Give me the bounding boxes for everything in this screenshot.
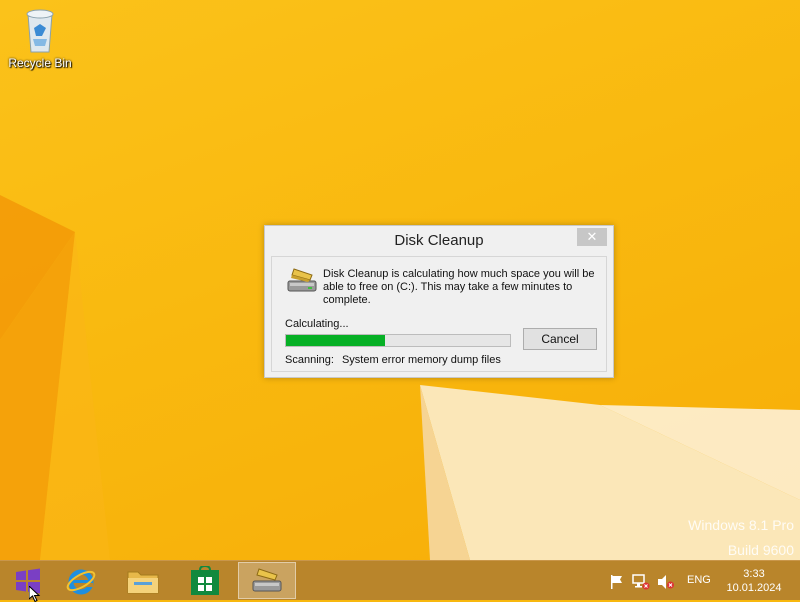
cancel-button[interactable]: Cancel xyxy=(523,328,597,350)
scanning-label: Scanning: xyxy=(285,354,334,366)
clock-date: 10.01.2024 xyxy=(726,582,782,594)
taskbar: ENG 3:33 10.01.2024 xyxy=(0,560,800,600)
os-watermark-build: Build 9600 xyxy=(727,542,794,558)
progress-bar-fill xyxy=(286,335,385,346)
taskbar-file-explorer[interactable] xyxy=(115,561,171,600)
start-button[interactable] xyxy=(0,561,56,600)
clock-time: 3:33 xyxy=(743,568,765,580)
network-icon[interactable] xyxy=(632,574,650,590)
disk-cleanup-dialog: Disk Cleanup ✕ Disk Cleanup is calculati… xyxy=(264,225,614,378)
desktop-icon-label: Recycle Bin xyxy=(8,56,72,70)
recycle-bin-icon xyxy=(26,9,54,53)
dialog-body: Disk Cleanup is calculating how much spa… xyxy=(271,256,607,372)
os-watermark-edition: Windows 8.1 Pro xyxy=(688,517,794,533)
internet-explorer-icon xyxy=(66,569,96,594)
dialog-message: Disk Cleanup is calculating how much spa… xyxy=(323,268,595,306)
scanning-item: System error memory dump files xyxy=(341,354,501,366)
taskbar-clock[interactable]: 3:33 10.01.2024 xyxy=(718,567,790,595)
taskbar-internet-explorer[interactable] xyxy=(53,561,109,600)
disk-cleanup-icon xyxy=(287,268,317,292)
windows-store-icon xyxy=(191,565,219,595)
calculating-status: Calculating... xyxy=(285,318,349,330)
dialog-close-button[interactable]: ✕ xyxy=(577,228,607,246)
volume-muted-icon[interactable] xyxy=(657,574,675,590)
input-language-indicator[interactable]: ENG xyxy=(687,574,711,586)
action-center-flag-icon[interactable] xyxy=(609,574,625,590)
dialog-title: Disk Cleanup xyxy=(394,232,484,249)
taskbar-windows-store[interactable] xyxy=(177,561,233,600)
scanning-status: Scanning: System error memory dump files xyxy=(285,354,501,366)
disk-cleanup-icon xyxy=(252,567,282,591)
desktop-icon-recycle-bin[interactable]: Recycle Bin xyxy=(6,6,74,70)
file-explorer-icon xyxy=(127,571,159,593)
progress-bar xyxy=(285,334,511,347)
taskbar-disk-cleanup[interactable] xyxy=(238,562,296,599)
